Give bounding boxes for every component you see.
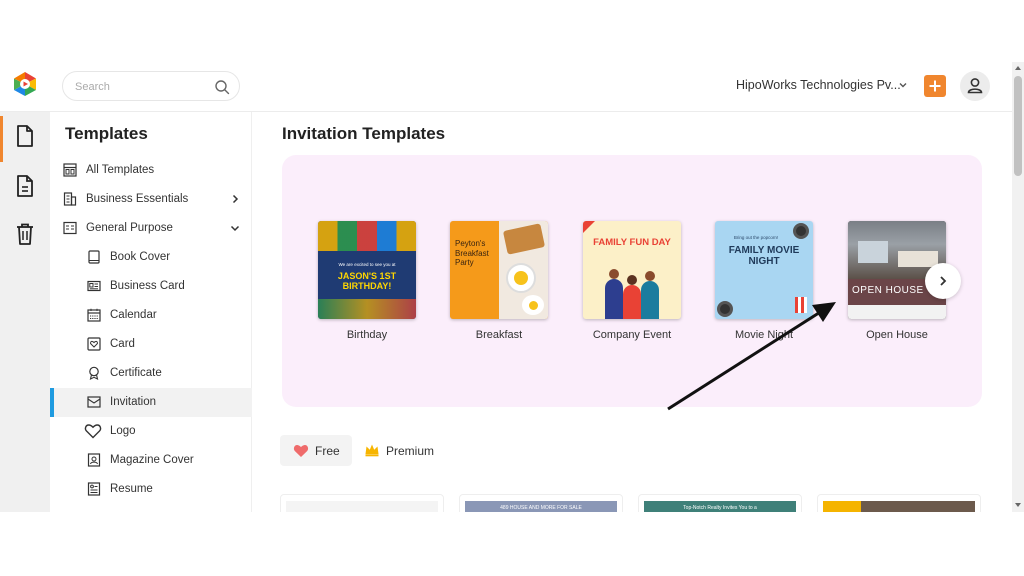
sidebar-item-label: Invitation <box>110 396 157 408</box>
trash-icon <box>17 223 33 245</box>
sidebar-item-all-templates[interactable]: All Templates <box>50 156 252 185</box>
thumb-text: Peyton's Breakfast Party <box>455 239 489 267</box>
sidebar-item-label: All Templates <box>86 164 155 176</box>
plus-icon <box>929 80 941 92</box>
resume-icon <box>87 482 101 496</box>
sidebar-item-label: Business Card <box>110 280 185 292</box>
free-filter-button[interactable]: Free <box>280 435 352 466</box>
sidebar-item-business-card[interactable]: Business Card <box>50 272 252 301</box>
vertical-scrollbar[interactable] <box>1012 62 1024 512</box>
sidebar-item-certificate[interactable]: Certificate <box>50 359 252 388</box>
add-button[interactable] <box>924 75 946 97</box>
sidebar-item-calendar[interactable]: Calendar <box>50 301 252 330</box>
sidebar-title: Templates <box>65 124 148 143</box>
search-icon[interactable] <box>214 79 230 95</box>
sidebar-item-book-cover[interactable]: Book Cover <box>50 243 252 272</box>
template-thumbnail[interactable]: Peyton's Breakfast Party <box>450 221 548 319</box>
templates-sidebar: Templates All Templates Business Essenti… <box>50 112 252 512</box>
rail-templates[interactable] <box>0 114 50 162</box>
building-icon <box>63 192 77 206</box>
sidebar-item-logo[interactable]: Logo <box>50 417 252 446</box>
chevron-down-icon[interactable] <box>230 223 240 233</box>
template-thumbnail[interactable]: We are excited to see you at JASON'S 1ST… <box>318 221 416 319</box>
free-filter-label: Free <box>315 444 340 458</box>
chevron-right-icon[interactable] <box>230 194 240 204</box>
calendar-icon <box>87 308 101 322</box>
main-content: Invitation Templates We are excited to s… <box>252 112 1012 512</box>
sidebar-item-label: Card <box>110 338 135 350</box>
heart-icon <box>293 445 309 457</box>
sidebar-item-label: Logo <box>110 425 136 437</box>
sidebar-item-label: Certificate <box>110 367 162 379</box>
user-icon <box>967 78 983 94</box>
sidebar-item-invitation[interactable]: Invitation <box>50 388 252 417</box>
sidebar-item-label: General Purpose <box>86 222 173 234</box>
carousel-next-button[interactable] <box>925 263 961 299</box>
template-grid-card[interactable]: Top-Notch Realty Invites You to a <box>638 494 802 512</box>
app-logo-icon[interactable] <box>12 71 38 97</box>
card-band <box>286 501 438 512</box>
sidebar-item-card[interactable]: Card <box>50 330 252 359</box>
search-box[interactable] <box>62 71 240 101</box>
top-bar: HipoWorks Technologies Pv... <box>0 62 1024 112</box>
template-name: Open House <box>866 329 928 341</box>
thumb-text: FAMILY MOVIE NIGHT <box>728 245 800 267</box>
search-input[interactable] <box>75 78 205 96</box>
sidebar-item-label: Business Essentials <box>86 193 189 205</box>
app-window: HipoWorks Technologies Pv... <box>0 62 1024 512</box>
heart-card-icon <box>87 337 101 351</box>
sidebar-item-label: Calendar <box>110 309 157 321</box>
card-band: 489 HOUSE AND MORE FOR SALE <box>465 501 617 512</box>
rail-documents[interactable] <box>0 164 50 204</box>
template-birthday[interactable]: We are excited to see you at JASON'S 1ST… <box>318 221 416 341</box>
template-grid-card[interactable] <box>280 494 444 512</box>
sidebar-item-resume[interactable]: Resume <box>50 475 252 504</box>
chevron-down-icon[interactable] <box>898 80 908 90</box>
account-name[interactable]: HipoWorks Technologies Pv... <box>736 78 901 92</box>
invitation-icon <box>87 396 101 408</box>
document-icon <box>17 125 33 147</box>
book-icon <box>88 250 100 264</box>
form-icon <box>63 221 77 235</box>
id-card-icon <box>87 280 101 292</box>
card-band <box>823 501 975 512</box>
premium-filter-button[interactable]: Premium <box>364 435 454 466</box>
annotation-arrow-icon <box>667 302 836 411</box>
template-carousel: We are excited to see you at JASON'S 1ST… <box>282 155 982 407</box>
sidebar-item-label: Magazine Cover <box>110 454 194 466</box>
sidebar-item-label: Book Cover <box>110 251 171 263</box>
thumb-text: FAMILY FUN DAY <box>593 237 671 248</box>
sidebar-item-business-essentials[interactable]: Business Essentials <box>50 185 252 214</box>
crown-icon <box>365 444 379 457</box>
user-avatar[interactable] <box>960 71 990 101</box>
page-title: Invitation Templates <box>282 124 446 143</box>
magazine-icon <box>87 453 101 467</box>
card-band: Top-Notch Realty Invites You to a <box>644 501 796 512</box>
scroll-up-icon[interactable] <box>1015 65 1021 71</box>
file-text-icon <box>17 175 33 197</box>
thumb-text: Bring out the popcorn! <box>733 235 779 240</box>
heart-icon <box>84 424 102 439</box>
scroll-down-icon[interactable] <box>1015 502 1021 508</box>
template-name: Birthday <box>346 329 388 341</box>
icon-rail <box>0 112 50 512</box>
template-name: Breakfast <box>475 329 523 341</box>
template-grid-card[interactable]: 489 HOUSE AND MORE FOR SALE <box>459 494 623 512</box>
layout-icon <box>63 163 77 177</box>
chevron-right-icon <box>940 276 947 286</box>
sidebar-item-general-purpose[interactable]: General Purpose <box>50 214 252 243</box>
template-grid-card[interactable] <box>817 494 981 512</box>
sidebar-item-label: Resume <box>110 483 153 495</box>
template-breakfast[interactable]: Peyton's Breakfast Party Breakfast <box>450 221 548 341</box>
sidebar-item-magazine-cover[interactable]: Magazine Cover <box>50 446 252 475</box>
thumb-text: JASON'S 1ST BIRTHDAY! <box>337 271 397 291</box>
rail-trash[interactable] <box>0 212 50 252</box>
thumb-text: We are excited to see you at <box>338 262 396 267</box>
badge-icon <box>89 366 99 380</box>
premium-filter-label: Premium <box>386 444 435 458</box>
scrollbar-thumb[interactable] <box>1014 76 1022 176</box>
